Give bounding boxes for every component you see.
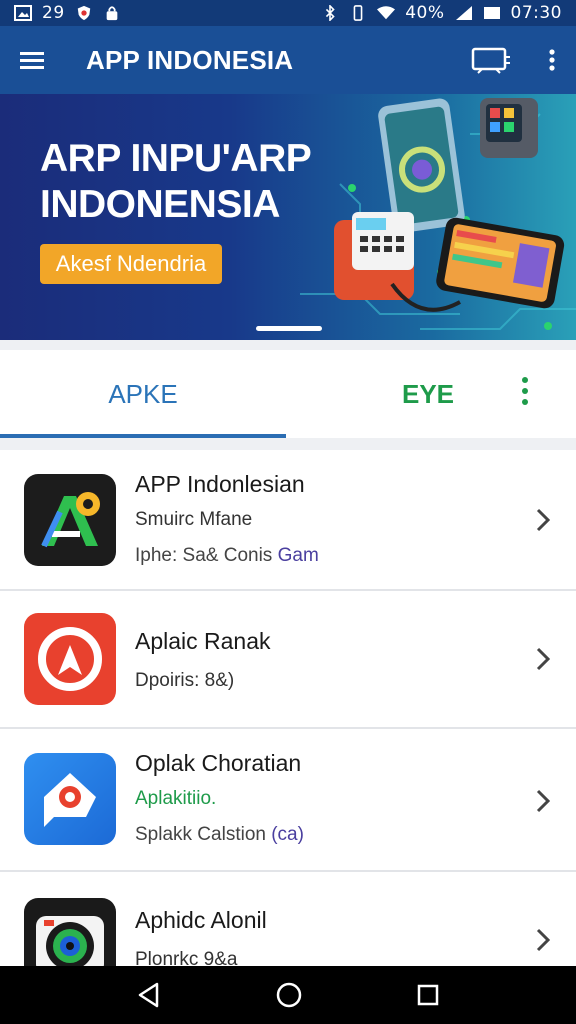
menu-icon[interactable]: [20, 50, 44, 70]
app-a-icon: [24, 474, 116, 566]
shield-icon: [77, 5, 90, 21]
tabs-divider: [0, 438, 576, 450]
back-icon[interactable]: [137, 982, 161, 1008]
status-time: 07:30: [510, 3, 562, 23]
app-title: Oplak Choratian: [135, 750, 302, 776]
signal-icon: [455, 6, 472, 20]
tab-apke[interactable]: APKE: [0, 350, 286, 438]
app-meta-text: Splakk Calstion: [135, 824, 272, 845]
status-bar: 29 40% 07:30: [0, 0, 576, 26]
app-subtitle: Smuirc Mfane: [135, 509, 253, 530]
app-list: APP Indonlesian Smuirc Mfane Iphe: Sa& C…: [0, 450, 576, 966]
home-icon[interactable]: [276, 982, 302, 1008]
list-item[interactable]: Aphidc Alonil Plonrkc 9&a: [0, 872, 576, 966]
status-right: 40% 07:30: [321, 3, 562, 23]
list-item-text: APP Indonlesian Smuirc Mfane Iphe: Sa& C…: [135, 470, 319, 568]
banner-title-line1: ARP INPU'ARP: [40, 137, 312, 180]
chevron-right-icon: [536, 508, 551, 537]
list-item[interactable]: APP Indonlesian Smuirc Mfane Iphe: Sa& C…: [0, 450, 576, 591]
app-meta: Splakk Calstion (ca): [135, 823, 304, 847]
tabs-more-icon[interactable]: [520, 376, 530, 411]
cast-icon[interactable]: [470, 46, 512, 74]
banner-title-line2: INDONENSIA: [40, 183, 280, 226]
battery-percent: 40%: [405, 3, 445, 23]
banner-cta-button[interactable]: Akesf Ndendria: [40, 244, 222, 284]
app-meta-text: Iphe: Sa& Conis: [135, 545, 278, 566]
list-item-text: Aphidc Alonil Plonrkc 9&a: [135, 906, 267, 966]
app-title: Aphidc Alonil: [135, 907, 267, 933]
app-subtitle: Dpoiris: 8&): [135, 670, 235, 691]
gallery-icon: [14, 5, 32, 21]
promo-banner[interactable]: ARP INPU'ARP INDONENSIA Akesf Ndendria: [0, 94, 576, 340]
list-item[interactable]: Oplak Choratian Aplakitiio. Splakk Calst…: [0, 729, 576, 872]
status-left-text: 29: [42, 3, 65, 23]
app-meta: Iphe: Sa& Conis Gam: [135, 544, 319, 568]
app-bar: APP INDONESIA: [0, 26, 576, 94]
status-left: 29: [14, 3, 121, 23]
more-vert-icon[interactable]: [548, 48, 556, 72]
app-meta-accent: (ca): [271, 824, 304, 845]
app-subtitle: Plonrkc 9&a: [135, 949, 238, 966]
list-item[interactable]: Aplaic Ranak Dpoiris: 8&): [0, 591, 576, 729]
app-title: APP Indonlesian: [135, 471, 305, 497]
app-meta-accent: Gam: [277, 545, 319, 566]
list-item-text: Aplaic Ranak Dpoiris: 8&): [135, 627, 271, 693]
app-title: APP INDONESIA: [86, 44, 294, 75]
tab-eye[interactable]: EYE: [402, 350, 454, 438]
location-chat-icon: [24, 753, 116, 845]
battery-icon: [483, 7, 500, 19]
red-app-icon: [24, 613, 116, 705]
tab-bar: APKE EYE: [0, 340, 576, 438]
app-subtitle: Aplakitiio.: [135, 788, 217, 809]
camera-lens-icon: [24, 898, 116, 966]
app-bar-actions: [470, 46, 556, 74]
wifi-icon: [377, 6, 396, 20]
chevron-right-icon: [536, 647, 551, 676]
system-nav-bar: [0, 966, 576, 1024]
recents-icon[interactable]: [417, 984, 439, 1006]
banner-title: ARP INPU'ARP INDONENSIA: [40, 136, 340, 228]
bluetooth-icon: [326, 5, 335, 21]
lock-icon: [106, 6, 117, 21]
vibrate-icon: [353, 5, 363, 21]
chevron-right-icon: [536, 789, 551, 818]
list-item-text: Oplak Choratian Aplakitiio. Splakk Calst…: [135, 749, 304, 847]
banner-page-indicator: [256, 326, 322, 331]
app-title: Aplaic Ranak: [135, 628, 271, 654]
chevron-right-icon: [536, 928, 551, 957]
